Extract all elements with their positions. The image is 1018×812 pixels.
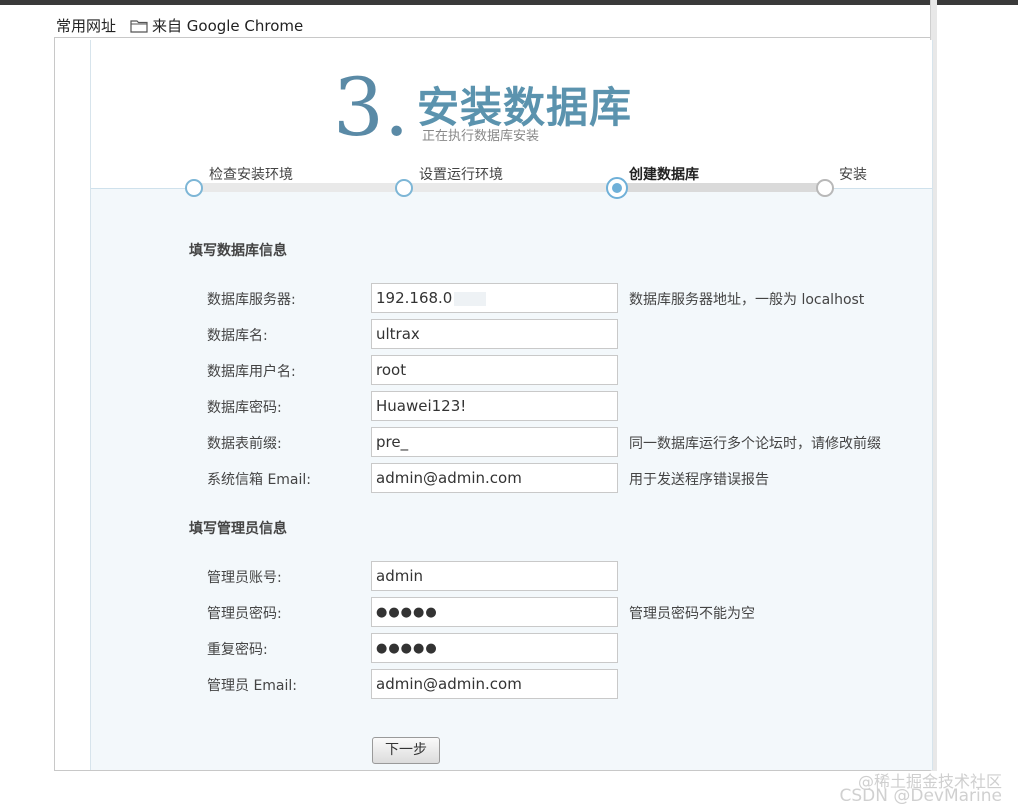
bookmark-folder-chrome[interactable]: 来自 Google Chrome bbox=[130, 15, 303, 36]
form-row-admin-password: 管理员密码: ●●●●● 管理员密码不能为空 bbox=[91, 597, 932, 627]
db-password-input[interactable]: Huawei123! bbox=[371, 391, 618, 421]
db-user-label: 数据库用户名: bbox=[207, 364, 296, 380]
bookmark-folder-label: 来自 Google Chrome bbox=[152, 17, 304, 35]
db-server-value: 192.168.0 bbox=[376, 289, 453, 307]
admin-account-label: 管理员账号: bbox=[207, 570, 282, 586]
folder-icon bbox=[130, 19, 148, 33]
step-label-install: 安装 bbox=[839, 167, 867, 183]
db-user-input[interactable]: root bbox=[371, 355, 618, 385]
step-dot-create-db bbox=[606, 177, 628, 199]
admin-section-title: 填写管理员信息 bbox=[189, 521, 287, 537]
installer-panel: 3. 安装数据库 正在执行数据库安装 检查安装环境 设置运行环境 创建数据库 安… bbox=[90, 40, 933, 770]
admin-email-input[interactable]: admin@admin.com bbox=[371, 669, 618, 699]
system-email-input[interactable]: admin@admin.com bbox=[371, 463, 618, 493]
db-section-title: 填写数据库信息 bbox=[189, 243, 287, 259]
step-label-run-env: 设置运行环境 bbox=[419, 167, 503, 183]
form-row-system-email: 系统信箱 Email: admin@admin.com 用于发送程序错误报告 bbox=[91, 463, 932, 493]
system-email-hint: 用于发送程序错误报告 bbox=[629, 472, 769, 488]
progress-track bbox=[194, 183, 824, 192]
form-row-db-password: 数据库密码: Huawei123! bbox=[91, 391, 932, 421]
admin-password-label: 管理员密码: bbox=[207, 606, 282, 622]
form-row-table-prefix: 数据表前缀: pre_ 同一数据库运行多个论坛时，请修改前缀 bbox=[91, 427, 932, 457]
db-name-label: 数据库名: bbox=[207, 328, 268, 344]
next-step-button[interactable]: 下一步 bbox=[372, 737, 440, 764]
step-dot-run-env bbox=[395, 179, 413, 197]
step-label-check-env: 检查安装环境 bbox=[209, 167, 293, 183]
db-name-input[interactable]: ultrax bbox=[371, 319, 618, 349]
form-row-db-user: 数据库用户名: root bbox=[91, 355, 932, 385]
system-email-label: 系统信箱 Email: bbox=[207, 472, 312, 488]
admin-email-label: 管理员 Email: bbox=[207, 678, 298, 694]
step-dot-install bbox=[816, 179, 834, 197]
db-server-input[interactable]: 192.168.0 bbox=[371, 283, 618, 313]
db-server-hint: 数据库服务器地址，一般为 localhost bbox=[629, 292, 865, 308]
page-subtitle: 正在执行数据库安装 bbox=[422, 129, 540, 144]
admin-account-input[interactable]: admin bbox=[371, 561, 618, 591]
step-dot-check-env bbox=[185, 179, 203, 197]
step-label-create-db: 创建数据库 bbox=[629, 167, 699, 183]
bookmarks-bar: 常用网址 来自 Google Chrome bbox=[0, 5, 1018, 39]
table-prefix-label: 数据表前缀: bbox=[207, 436, 282, 452]
form-row-admin-account: 管理员账号: admin bbox=[91, 561, 932, 591]
step-number: 3. bbox=[333, 61, 410, 154]
bookmark-common-sites[interactable]: 常用网址 bbox=[56, 15, 116, 36]
redacted-mark bbox=[454, 291, 487, 306]
table-prefix-hint: 同一数据库运行多个论坛时，请修改前缀 bbox=[629, 436, 881, 452]
form-row-db-name: 数据库名: ultrax bbox=[91, 319, 932, 349]
form-row-db-server: 数据库服务器: 192.168.0 数据库服务器地址，一般为 localhost bbox=[91, 283, 932, 313]
db-server-label: 数据库服务器: bbox=[207, 292, 296, 308]
table-prefix-input[interactable]: pre_ bbox=[371, 427, 618, 457]
admin-password-input[interactable]: ●●●●● bbox=[371, 597, 618, 627]
admin-password-hint: 管理员密码不能为空 bbox=[629, 606, 755, 622]
form-row-admin-email: 管理员 Email: admin@admin.com bbox=[91, 669, 932, 699]
repeat-password-input[interactable]: ●●●●● bbox=[371, 633, 618, 663]
repeat-password-label: 重复密码: bbox=[207, 642, 268, 658]
form-row-repeat-password: 重复密码: ●●●●● bbox=[91, 633, 932, 663]
watermark-csdn: CSDN @DevMarine bbox=[839, 786, 1002, 806]
db-password-label: 数据库密码: bbox=[207, 400, 282, 416]
